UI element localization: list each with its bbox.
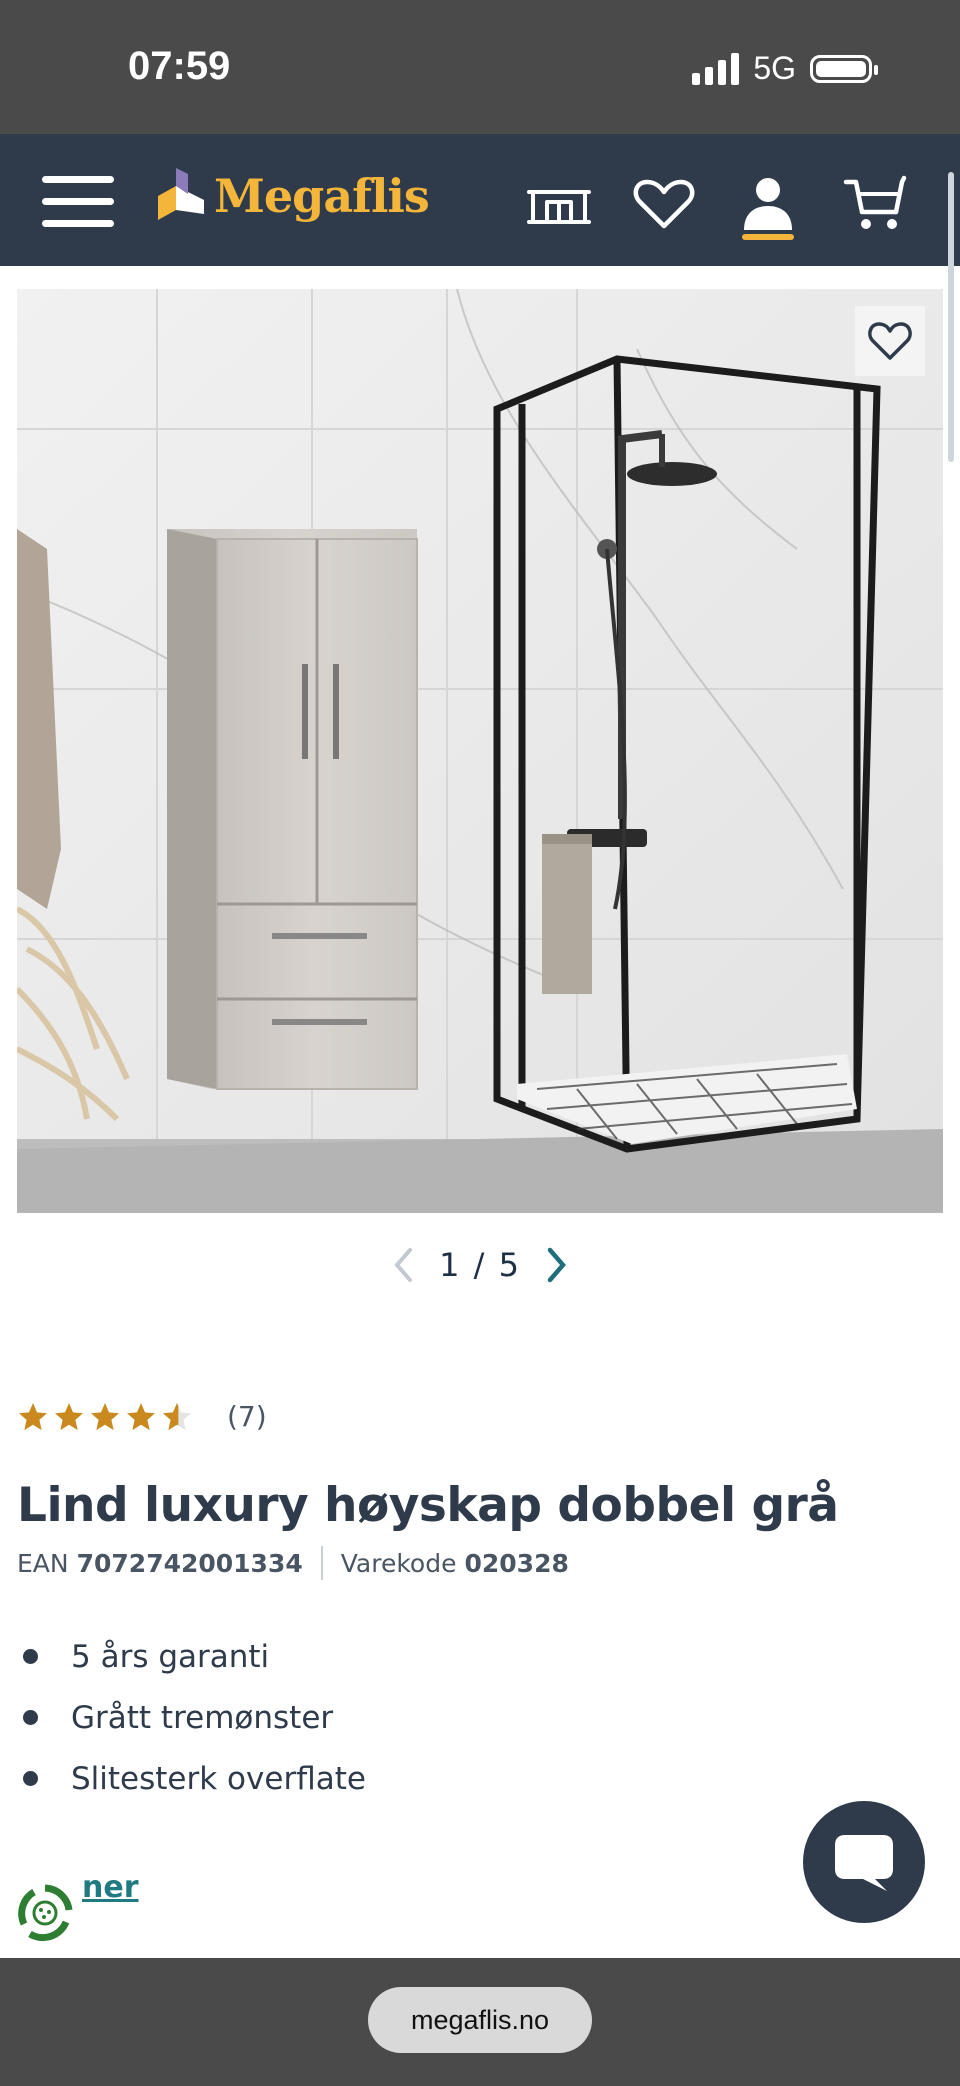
bullet-icon: [23, 1771, 38, 1786]
ean-label: EAN: [17, 1548, 69, 1578]
product-codes: EAN 7072742001334 Varekode 020328: [17, 1546, 569, 1580]
pager-indicator: 1 / 5: [439, 1246, 521, 1284]
item-code-value: 020328: [464, 1548, 569, 1578]
pager-total: 5: [498, 1246, 521, 1284]
chat-button[interactable]: [803, 1801, 925, 1923]
brand-name: Megaflis: [214, 169, 430, 223]
recycle-badge-icon[interactable]: [14, 1882, 76, 1944]
wishlist-icon[interactable]: [630, 174, 698, 234]
star-icon: [91, 1402, 119, 1430]
star-icon: [19, 1402, 47, 1430]
chevron-left-icon: [394, 1248, 413, 1282]
battery-icon: [810, 54, 878, 83]
feature-text: 5 års garanti: [71, 1638, 270, 1675]
page-scrollbar[interactable]: [948, 172, 954, 462]
status-indicators: 5G: [692, 50, 878, 87]
product-photo: [17, 289, 943, 1213]
item-code-label: Varekode: [340, 1548, 457, 1578]
chat-bubble-icon: [835, 1835, 893, 1891]
add-to-wishlist-button[interactable]: [855, 306, 925, 376]
logo-mark-icon: [158, 168, 204, 220]
star-icon: [127, 1402, 155, 1430]
status-bar: 07:59 5G: [0, 0, 960, 134]
codes-divider: [320, 1546, 323, 1580]
feature-text: Slitesterk overflate: [71, 1760, 366, 1797]
heart-icon: [868, 322, 912, 360]
half-star-icon: [163, 1402, 191, 1430]
product-rating[interactable]: (7): [17, 1400, 267, 1433]
menu-button[interactable]: [42, 176, 114, 228]
signal-icon: [692, 52, 740, 85]
feature-item: 5 års garanti: [17, 1626, 366, 1687]
image-pager: 1 / 5: [0, 1240, 960, 1290]
rating-stars: [17, 1401, 193, 1433]
store-icon[interactable]: [525, 174, 593, 234]
product-image[interactable]: [17, 289, 943, 1213]
product-details-link[interactable]: ner: [82, 1870, 139, 1905]
feature-item: Slitesterk overflate: [17, 1748, 366, 1809]
network-label: 5G: [753, 50, 796, 86]
next-image-button[interactable]: [539, 1245, 575, 1285]
status-time: 07:59: [128, 44, 231, 88]
ean-value: 7072742001334: [76, 1548, 303, 1578]
address-bar[interactable]: megaflis.no: [368, 1987, 592, 2053]
bullet-icon: [23, 1710, 38, 1725]
pager-current: 1: [439, 1246, 462, 1284]
feature-text: Grått tremønster: [71, 1699, 334, 1736]
product-title: Lind luxury høyskap dobbel grå: [17, 1478, 839, 1533]
feature-item: Grått tremønster: [17, 1687, 366, 1748]
star-icon: [55, 1402, 83, 1430]
account-active-indicator: [742, 234, 794, 240]
site-header: Megaflis: [0, 134, 960, 266]
review-count[interactable]: (7): [227, 1400, 267, 1433]
previous-image-button[interactable]: [385, 1245, 421, 1285]
chevron-right-icon: [547, 1247, 566, 1283]
brand-logo[interactable]: Megaflis: [158, 166, 430, 226]
cart-icon[interactable]: [842, 174, 910, 234]
account-icon[interactable]: [734, 174, 802, 234]
pager-separator: /: [473, 1246, 487, 1284]
product-features: 5 års garanti Grått tremønster Slitester…: [17, 1626, 366, 1809]
bullet-icon: [23, 1649, 38, 1664]
